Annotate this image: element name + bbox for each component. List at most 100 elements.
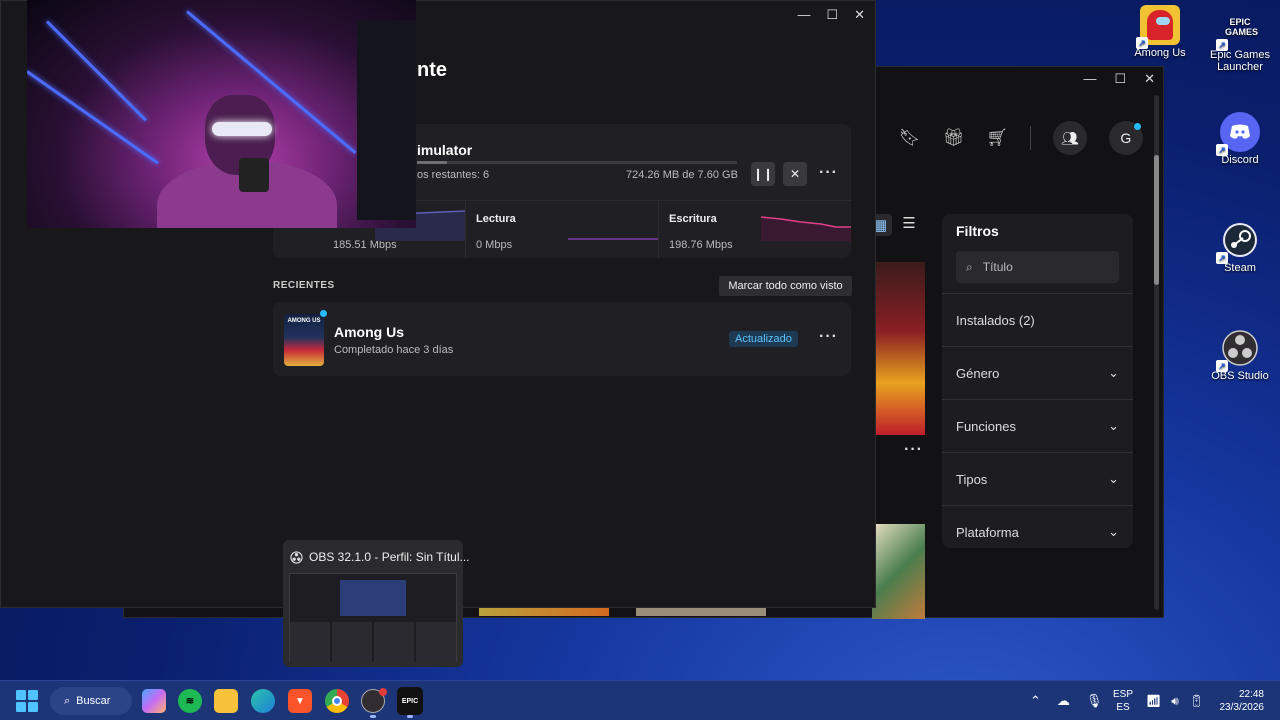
file-explorer-icon[interactable] [214, 689, 238, 713]
filter-section-label: Funciones [956, 418, 1016, 434]
stat-value: 0 Mbps [476, 239, 513, 251]
filter-features[interactable]: Funciones ⌄ [942, 399, 1133, 452]
mark-all-seen-button[interactable]: Marcar todo como visto [719, 276, 852, 296]
filter-installed[interactable]: Instalados (2) [942, 293, 1133, 346]
scrollbar-thumb[interactable] [1154, 155, 1159, 285]
window-controls: — ☐ ✕ [1083, 71, 1155, 87]
shortcut-arrow-icon: ↗ [1216, 360, 1228, 372]
keyboard-code: ES [1116, 702, 1130, 713]
cloud-sync-icon[interactable]: ☁ [1057, 693, 1070, 709]
library-toolbar: 🔖︎ 🎁︎ 🛒︎ 👥︎ G [899, 121, 1143, 155]
filter-types[interactable]: Tipos ⌄ [942, 452, 1133, 505]
pause-button[interactable]: ❙❙ [751, 162, 775, 186]
chevron-down-icon: ⌄ [1108, 418, 1119, 433]
cart-icon[interactable]: 🛒︎ [986, 128, 1008, 148]
obs-notification-dot [379, 688, 387, 696]
desktop-icon-steam[interactable]: ↗ Steam [1205, 220, 1275, 274]
obs-window-thumbnail [289, 573, 457, 662]
friends-icon: 👥︎ [1060, 129, 1079, 146]
pause-icon: ❙❙ [752, 167, 774, 181]
webcam-overlay [27, 0, 416, 228]
desktop-icon-obs[interactable]: ↗ OBS Studio [1205, 328, 1275, 382]
minimize-icon[interactable]: — [797, 7, 810, 23]
copilot-icon[interactable] [142, 689, 166, 713]
obs-canvas [340, 580, 406, 616]
filter-genre[interactable]: Género ⌄ [942, 346, 1133, 399]
shortcut-arrow-icon: ↗ [1136, 37, 1148, 49]
stat-label: Lectura [476, 213, 516, 225]
game-more-icon[interactable]: ··· [904, 441, 923, 459]
desktop-icon-discord[interactable]: ↗ Discord [1205, 112, 1275, 166]
volume-icon: 🔊︎ [1171, 693, 1179, 708]
game-tile-gta[interactable] [872, 524, 925, 619]
download-game-name: imulator [417, 142, 473, 158]
language-code: ESP [1113, 689, 1134, 700]
brave-icon[interactable]: ▼ [288, 689, 312, 713]
spotify-icon[interactable]: ≋ [178, 689, 202, 713]
clock-date: 23/3/2026 [1219, 702, 1265, 713]
filter-section-label: Plataforma [956, 524, 1019, 540]
filter-search-input[interactable]: ⌕ Título [956, 251, 1119, 283]
recent-download-card[interactable]: AMONG US Among Us Completado hace 3 días… [273, 302, 851, 376]
taskbar-search[interactable]: ⌕ Buscar [50, 687, 132, 715]
recent-game-title: Among Us [334, 324, 404, 340]
filter-platform[interactable]: Plataforma ⌄ [942, 505, 1133, 558]
obs-icon: ↗ [1216, 328, 1260, 372]
recent-more-icon[interactable]: ··· [819, 328, 838, 346]
wifi-icon: 📶︎ [1146, 694, 1162, 708]
close-icon[interactable]: ✕ [854, 7, 865, 23]
minimize-icon[interactable]: — [1083, 71, 1096, 87]
close-icon[interactable]: ✕ [1144, 71, 1155, 87]
filter-search-placeholder: Título [982, 260, 1013, 274]
among-us-icon: ↗ [1136, 5, 1180, 49]
desktop-icon-label: Steam [1224, 262, 1256, 274]
obs-preview-title: OBS 32.1.0 - Perfil: Sin Títul... [290, 550, 470, 564]
chrome-icon[interactable] [325, 689, 349, 713]
write-sparkline [761, 216, 851, 241]
epic-games-taskbar-icon[interactable]: EPIC [397, 687, 423, 715]
desktop-icon-epic-games[interactable]: EPIC GAMES ↗ Epic Games Launcher [1205, 7, 1275, 73]
language-indicator[interactable]: ESP ES [1113, 688, 1133, 714]
new-indicator-dot [320, 310, 327, 317]
obs-window-title: OBS 32.1.0 - Perfil: Sin Títul... [309, 550, 470, 564]
obs-taskbar-preview[interactable]: OBS 32.1.0 - Perfil: Sin Títul... [283, 540, 470, 667]
quick-settings[interactable]: 📶︎ 🔊︎ 🔋︎ [1146, 681, 1204, 720]
filter-section-label: Tipos [956, 471, 988, 487]
clock[interactable]: 22:48 23/3/2026 [1220, 688, 1265, 714]
updated-badge: Actualizado [729, 331, 798, 347]
search-icon: ⌕ [64, 694, 71, 707]
led-strip [27, 70, 159, 165]
edge-icon[interactable] [251, 689, 275, 713]
microphone-icon[interactable]: 🎙︎ [1086, 693, 1103, 709]
filter-panel: Filtros ⌕ Título Instalados (2) Género ⌄ … [942, 214, 1133, 548]
read-sparkline [568, 238, 658, 240]
epic-games-icon: EPIC GAMES ↗ [1216, 7, 1260, 51]
start-button[interactable] [16, 690, 38, 712]
friends-button[interactable]: 👥︎ [1052, 121, 1087, 155]
game-tile-among-us[interactable] [872, 262, 925, 435]
game-tile-strip [479, 608, 609, 616]
chevron-up-icon[interactable]: ⌃ [1030, 693, 1041, 709]
chair-back [357, 20, 416, 220]
download-progress-fill [417, 161, 448, 164]
among-us-thumbnail: AMONG US [284, 314, 324, 366]
download-size: 724.26 MB de 7.60 GB [626, 169, 738, 181]
epic-logo-text: EPIC GAMES [1225, 17, 1259, 37]
download-more-icon[interactable]: ··· [819, 164, 838, 182]
list-view-icon[interactable]: ☰ [902, 214, 915, 236]
gift-icon[interactable]: 🎁︎ [943, 128, 965, 148]
profile-avatar[interactable]: G [1108, 121, 1143, 155]
recent-section-label: RECIENTES [273, 280, 335, 291]
taskbar: ⌕ Buscar ≋ ▼ EPIC ⌃ ☁ 🎙︎ ESP ES 📶︎ 🔊︎ 🔋︎… [0, 680, 1280, 720]
maximize-icon[interactable]: ☐ [826, 7, 838, 23]
stat-read: Lectura 0 Mbps [466, 201, 659, 258]
wishlist-icon[interactable]: 🔖︎ [899, 128, 921, 148]
maximize-icon[interactable]: ☐ [1114, 71, 1126, 87]
chevron-down-icon: ⌄ [1108, 524, 1119, 539]
avatar-initial: G [1120, 130, 1132, 146]
cancel-download-button[interactable]: ✕ [783, 162, 807, 186]
library-scrollbar[interactable] [1154, 95, 1159, 610]
active-indicator [407, 715, 413, 718]
system-tray: ⌃ ☁ 🎙︎ [1030, 681, 1102, 720]
desktop-icon-among-us[interactable]: ↗ Among Us [1125, 5, 1195, 59]
